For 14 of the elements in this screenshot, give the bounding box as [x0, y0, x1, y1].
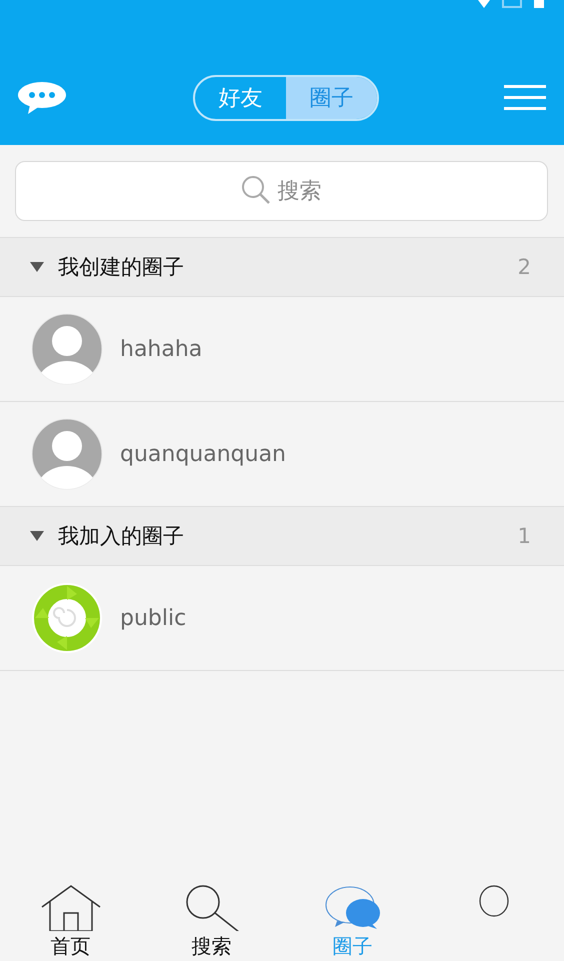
group-count: 2 — [518, 255, 531, 279]
group-title: 我加入的圈子 — [58, 523, 185, 550]
circle-name: public — [120, 606, 186, 630]
group-header[interactable]: 我创建的圈子 2 — [0, 238, 564, 297]
group-title: 我创建的圈子 — [58, 254, 185, 281]
group-count: 1 — [518, 524, 531, 548]
segment-tab[interactable]: 好友 — [195, 77, 286, 119]
search-field[interactable]: 搜索 — [15, 161, 548, 221]
tab-item[interactable]: 圈子 — [282, 881, 423, 961]
circle-name: hahaha — [120, 336, 202, 362]
circle-name: quanquanquan — [120, 442, 286, 466]
group-header[interactable]: 我加入的圈子 1 — [0, 507, 564, 566]
tab-item[interactable]: 首页 — [0, 881, 141, 961]
tab-item[interactable]: 搜索 — [141, 881, 282, 961]
